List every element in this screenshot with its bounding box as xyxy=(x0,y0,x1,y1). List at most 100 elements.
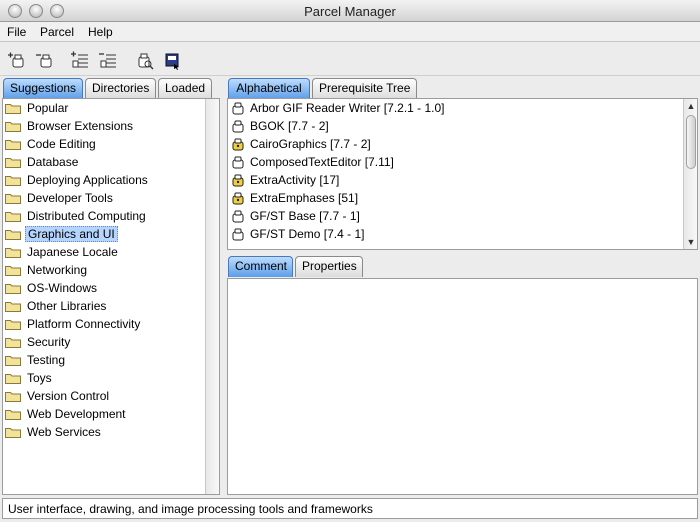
category-item[interactable]: Testing xyxy=(3,351,205,369)
category-label: Developer Tools xyxy=(27,191,113,205)
folder-icon xyxy=(5,104,21,114)
locked-parcel-icon xyxy=(232,192,244,205)
menu-file[interactable]: File xyxy=(7,25,26,39)
parcel-icon xyxy=(232,120,244,133)
folder-icon xyxy=(5,194,21,204)
parcel-item[interactable]: Arbor GIF Reader Writer [7.2.1 - 1.0] xyxy=(228,99,683,117)
tab-directories[interactable]: Directories xyxy=(85,78,156,99)
category-label: Security xyxy=(27,335,71,349)
menu-bar: File Parcel Help xyxy=(0,22,700,42)
tab-properties[interactable]: Properties xyxy=(295,256,363,277)
category-item[interactable]: Toys xyxy=(3,369,205,387)
scroll-thumb[interactable] xyxy=(686,115,696,169)
parcel-item[interactable]: BGOK [7.7 - 2] xyxy=(228,117,683,135)
parcel-item[interactable]: ExtraActivity [17] xyxy=(228,171,683,189)
category-label: Web Services xyxy=(27,425,101,439)
parcel-icon xyxy=(232,156,244,169)
parcel-icon xyxy=(232,102,244,115)
parcel-label: ExtraEmphases [51] xyxy=(250,191,359,205)
category-item[interactable]: Other Libraries xyxy=(3,297,205,315)
category-item[interactable]: Code Editing xyxy=(3,135,205,153)
scroll-down-icon[interactable]: ▼ xyxy=(686,237,696,247)
title-bar: Parcel Manager xyxy=(0,0,700,22)
folder-icon xyxy=(5,122,21,132)
category-list-body: Popular Browser Extensions Code Editing Dat… xyxy=(3,99,205,494)
category-label: Code Editing xyxy=(27,137,96,151)
folder-icon xyxy=(5,320,21,330)
folder-icon xyxy=(5,428,21,438)
parcel-label: ExtraActivity [17] xyxy=(250,173,340,187)
menu-help[interactable]: Help xyxy=(88,25,113,39)
category-label: Japanese Locale xyxy=(27,245,118,259)
category-item[interactable]: OS-Windows xyxy=(3,279,205,297)
category-item[interactable]: Deploying Applications xyxy=(3,171,205,189)
parcel-label: ComposedTextEditor [7.11] xyxy=(250,155,394,169)
unload-list-icon[interactable] xyxy=(98,50,118,70)
category-label: OS-Windows xyxy=(27,281,98,295)
folder-icon xyxy=(5,158,21,168)
load-parcel-icon[interactable] xyxy=(6,50,26,70)
parcel-item[interactable]: GF/ST Demo [7.4 - 1] xyxy=(228,225,683,243)
browse-parcel-icon[interactable] xyxy=(134,50,154,70)
parcel-item[interactable]: GF/ST Base [7.7 - 1] xyxy=(228,207,683,225)
parcel-icon xyxy=(232,210,244,223)
category-item[interactable]: Browser Extensions xyxy=(3,117,205,135)
category-item[interactable]: Popular xyxy=(3,99,205,117)
parcel-list: Arbor GIF Reader Writer [7.2.1 - 1.0] BGO… xyxy=(227,98,698,250)
parcel-label: GF/ST Demo [7.4 - 1] xyxy=(250,227,365,241)
parcel-label: Arbor GIF Reader Writer [7.2.1 - 1.0] xyxy=(250,101,445,115)
folder-icon xyxy=(5,302,21,312)
category-item[interactable]: Web Services xyxy=(3,423,205,441)
tab-comment[interactable]: Comment xyxy=(228,256,293,277)
scroll-up-icon[interactable]: ▲ xyxy=(686,101,696,111)
parcel-list-body: Arbor GIF Reader Writer [7.2.1 - 1.0] BGO… xyxy=(228,99,683,249)
folder-icon xyxy=(5,230,21,240)
folder-icon xyxy=(5,284,21,294)
category-label: Browser Extensions xyxy=(27,119,134,133)
category-label: Web Development xyxy=(27,407,126,421)
folder-icon xyxy=(5,140,21,150)
folder-icon xyxy=(5,176,21,186)
folder-icon xyxy=(5,212,21,222)
category-label: Popular xyxy=(27,101,69,115)
tab-prerequisite-tree[interactable]: Prerequisite Tree xyxy=(312,78,417,99)
parcel-icon xyxy=(232,228,244,241)
tab-loaded[interactable]: Loaded xyxy=(158,78,212,99)
tab-suggestions[interactable]: Suggestions xyxy=(3,78,83,99)
category-item[interactable]: Networking xyxy=(3,261,205,279)
folder-icon xyxy=(5,266,21,276)
comment-panel[interactable] xyxy=(227,278,698,495)
category-item[interactable]: Japanese Locale xyxy=(3,243,205,261)
category-label: Platform Connectivity xyxy=(27,317,141,331)
unload-parcel-icon[interactable] xyxy=(34,50,54,70)
parcel-item[interactable]: ExtraEmphases [51] xyxy=(228,189,683,207)
category-item[interactable]: Database xyxy=(3,153,205,171)
load-list-icon[interactable] xyxy=(70,50,90,70)
toolbar xyxy=(0,42,700,76)
parcel-scrollbar[interactable]: ▲ ▼ xyxy=(683,99,697,249)
parcel-item[interactable]: ComposedTextEditor [7.11] xyxy=(228,153,683,171)
parcel-label: CairoGraphics [7.7 - 2] xyxy=(250,137,371,151)
category-item[interactable]: Platform Connectivity xyxy=(3,315,205,333)
parcel-label: GF/ST Base [7.7 - 1] xyxy=(250,209,360,223)
tab-alphabetical[interactable]: Alphabetical xyxy=(228,78,310,99)
category-scrollbar[interactable] xyxy=(205,99,219,494)
parcel-item[interactable]: CairoGraphics [7.7 - 2] xyxy=(228,135,683,153)
parcel-label: BGOK [7.7 - 2] xyxy=(250,119,329,133)
category-item[interactable]: Security xyxy=(3,333,205,351)
folder-icon xyxy=(5,338,21,348)
save-icon[interactable] xyxy=(162,50,182,70)
menu-parcel[interactable]: Parcel xyxy=(40,25,74,39)
category-label: Toys xyxy=(27,371,52,385)
category-label: Networking xyxy=(27,263,88,277)
category-label: Database xyxy=(27,155,79,169)
category-item[interactable]: Web Development xyxy=(3,405,205,423)
category-item[interactable]: Version Control xyxy=(3,387,205,405)
folder-icon xyxy=(5,356,21,366)
category-label: Testing xyxy=(27,353,66,367)
folder-icon xyxy=(5,248,21,258)
category-item[interactable]: Developer Tools xyxy=(3,189,205,207)
category-label: Version Control xyxy=(27,389,110,403)
category-item[interactable]: Distributed Computing xyxy=(3,207,205,225)
category-item[interactable]: Graphics and UI xyxy=(3,225,205,243)
